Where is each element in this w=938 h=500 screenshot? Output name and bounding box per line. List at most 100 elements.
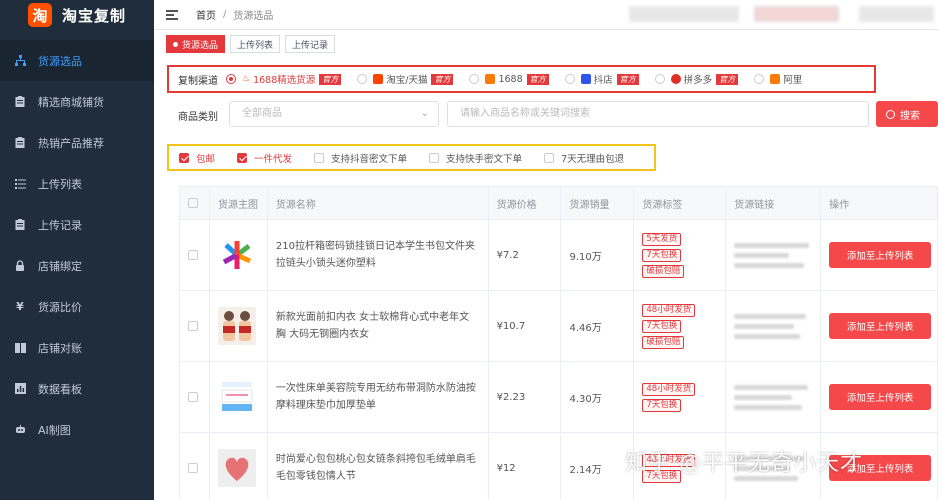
sidebar-item-upload-records[interactable]: 上传记录 bbox=[0, 204, 154, 245]
option-7day-return[interactable]: 7天无理由包退 bbox=[544, 151, 624, 165]
source-tag: 7天包换 bbox=[642, 319, 682, 333]
row-select-cell bbox=[180, 433, 210, 500]
product-thumbnail-underwear[interactable] bbox=[217, 307, 256, 345]
add-to-upload-list-button[interactable]: 添加至上传列表 bbox=[829, 242, 932, 268]
row-select-cell bbox=[180, 291, 210, 361]
search-input[interactable]: 请输入商品名称或关键词搜索 bbox=[447, 101, 869, 127]
redacted-source-link[interactable] bbox=[734, 313, 807, 339]
official-badge: 官方 bbox=[526, 73, 549, 85]
option-dropshipping[interactable]: 一件代发 bbox=[237, 151, 292, 165]
source-tag: 5天发货 bbox=[642, 232, 682, 246]
checkbox[interactable] bbox=[544, 152, 555, 163]
official-badge: 官方 bbox=[319, 73, 342, 85]
sidebar-item-label: 上传记录 bbox=[38, 218, 82, 232]
channel-pinduoduo[interactable]: 拼多多 官方 bbox=[654, 72, 739, 86]
watermark: 知乎 @平平无奇小天才 bbox=[625, 451, 863, 476]
sidebar-item-hot-products[interactable]: 热销产品推荐 bbox=[0, 122, 154, 163]
chevron-down-icon: ⌄ bbox=[420, 108, 429, 119]
product-name[interactable]: 一次性床单美容院专用无纺布带洞防水防油按摩料理床垫巾加厚垫单 bbox=[276, 380, 488, 414]
tag-source-selection[interactable]: 货源选品 bbox=[166, 35, 226, 53]
row-select-cell bbox=[180, 220, 210, 290]
official-badge: 官方 bbox=[431, 73, 454, 85]
table-row: 新款光面前扣内衣 女士软棉背心式中老年文胸 大码无钢圈内衣女 ¥10.7 4.4… bbox=[180, 291, 938, 362]
option-free-shipping[interactable]: 包邮 bbox=[179, 151, 215, 165]
sidebar-item-ai-image[interactable]: AI制图 bbox=[0, 409, 154, 450]
search-button[interactable]: 搜索 bbox=[876, 101, 938, 127]
sidebar-item-shop-binding[interactable]: 店铺绑定 bbox=[0, 245, 154, 286]
product-thumbnail-bed-sheet[interactable] bbox=[217, 378, 256, 416]
sidebar-item-reconciliation[interactable]: 店铺对账 bbox=[0, 327, 154, 368]
column-header: 操作 bbox=[821, 187, 938, 219]
redacted-source-link[interactable] bbox=[734, 242, 810, 268]
sidebar-item-dashboard[interactable]: 数据看板 bbox=[0, 368, 154, 409]
tag-upload-list[interactable]: 上传列表 bbox=[230, 35, 281, 53]
robot-icon bbox=[14, 424, 26, 436]
checkbox[interactable] bbox=[179, 152, 189, 163]
channel-ali[interactable]: 阿里 bbox=[754, 72, 802, 86]
row-checkbox[interactable] bbox=[188, 463, 198, 473]
channel-label: 拼多多 bbox=[683, 75, 713, 86]
redacted-user-info[interactable] bbox=[754, 6, 839, 22]
breadcrumb-home[interactable]: 首页 bbox=[196, 7, 216, 22]
row-checkbox[interactable] bbox=[188, 250, 198, 260]
sidebar-item-upload-list[interactable]: 上传列表 bbox=[0, 163, 154, 204]
checkbox[interactable] bbox=[237, 152, 248, 163]
checkbox[interactable] bbox=[429, 152, 440, 163]
brand[interactable]: 淘 淘宝复制 bbox=[0, 0, 154, 30]
clipboard-icon bbox=[14, 219, 26, 231]
checkbox[interactable] bbox=[314, 152, 325, 163]
row-checkbox[interactable] bbox=[188, 392, 198, 402]
source-tag: 7天包换 bbox=[642, 398, 682, 412]
redacted-source-link[interactable] bbox=[734, 384, 809, 410]
sales-cell: 2.14万 bbox=[561, 433, 635, 500]
tags-view: 货源选品 上传列表 上传记录 bbox=[154, 33, 938, 55]
option-douyin-encrypted[interactable]: 支持抖音密文下单 bbox=[314, 151, 407, 165]
add-to-upload-list-button[interactable]: 添加至上传列表 bbox=[829, 384, 932, 410]
option-kuaishou-encrypted[interactable]: 支持快手密文下单 bbox=[429, 151, 522, 165]
radio-button[interactable] bbox=[754, 74, 765, 84]
radio-button[interactable] bbox=[226, 74, 236, 84]
category-select[interactable]: 全部商品 ⌄ bbox=[229, 101, 439, 127]
channel-1688[interactable]: 1688 官方 bbox=[469, 73, 549, 85]
sidebar-item-label: 货源比价 bbox=[38, 300, 82, 314]
row-checkbox[interactable] bbox=[188, 321, 198, 331]
sidebar-item-price-compare[interactable]: ¥ 货源比价 bbox=[0, 286, 154, 327]
redacted-account[interactable] bbox=[859, 6, 934, 22]
sales-cell: 4.46万 bbox=[561, 291, 635, 361]
column-header: 货源销量 bbox=[561, 187, 635, 219]
radio-button[interactable] bbox=[469, 74, 480, 84]
product-thumbnail-lock[interactable] bbox=[217, 236, 256, 274]
sidebar-item-label: AI制图 bbox=[38, 423, 71, 437]
sidebar-item-source-selection[interactable]: 货源选品 bbox=[0, 40, 154, 81]
name-cell: 一次性床单美容院专用无纺布带洞防水防油按摩料理床垫巾加厚垫单 bbox=[268, 362, 489, 432]
thumbnail-cell bbox=[210, 362, 268, 432]
channel-taobao-tmall[interactable]: 淘宝/天猫 官方 bbox=[357, 72, 454, 86]
radio-button[interactable] bbox=[357, 74, 368, 84]
select-all-checkbox[interactable] bbox=[188, 198, 198, 208]
copy-channel-group: 复制渠道 ♨ 1688精选货源 官方 淘宝/天猫 官方 1688 官方 抖店 官… bbox=[167, 65, 876, 93]
sidebar-item-mall[interactable]: 精选商城铺货 bbox=[0, 81, 154, 122]
option-label: 支持快手密文下单 bbox=[446, 153, 523, 165]
radio-button[interactable] bbox=[654, 74, 665, 84]
product-name[interactable]: 新款光面前扣内衣 女士软棉背心式中老年文胸 大码无钢圈内衣女 bbox=[276, 309, 488, 343]
product-name[interactable]: 时尚爱心包包桃心包女链条斜挎包毛绒单肩毛毛包零钱包情人节 bbox=[276, 451, 488, 485]
link-cell bbox=[726, 220, 822, 290]
product-name[interactable]: 210拉杆箱密码锁挂锁日记本学生书包文件夹拉链头小锁头迷你塑料 bbox=[276, 238, 488, 272]
link-cell bbox=[726, 362, 822, 432]
hamburger-icon[interactable] bbox=[166, 9, 178, 20]
tags-cell: 5天发货 7天包换 破损包赔 bbox=[634, 220, 727, 290]
action-cell: 添加至上传列表 bbox=[821, 220, 938, 290]
channel-douyin-shop[interactable]: 抖店 官方 bbox=[564, 72, 639, 86]
taobao-icon bbox=[373, 74, 384, 84]
tag-upload-records[interactable]: 上传记录 bbox=[285, 35, 336, 53]
app-title: 淘宝复制 bbox=[62, 6, 127, 25]
channel-1688-selected[interactable]: ♨ 1688精选货源 官方 bbox=[226, 72, 342, 86]
name-cell: 210拉杆箱密码锁挂锁日记本学生书包文件夹拉链头小锁头迷你塑料 bbox=[268, 220, 489, 290]
product-thumbnail-heart-bag[interactable] bbox=[217, 449, 256, 487]
sidebar-item-label: 店铺对账 bbox=[38, 341, 82, 355]
radio-button[interactable] bbox=[564, 74, 575, 84]
sitemap-icon bbox=[14, 55, 26, 67]
add-to-upload-list-button[interactable]: 添加至上传列表 bbox=[829, 313, 932, 339]
official-badge: 官方 bbox=[616, 73, 639, 85]
column-header: 货源价格 bbox=[488, 187, 562, 219]
